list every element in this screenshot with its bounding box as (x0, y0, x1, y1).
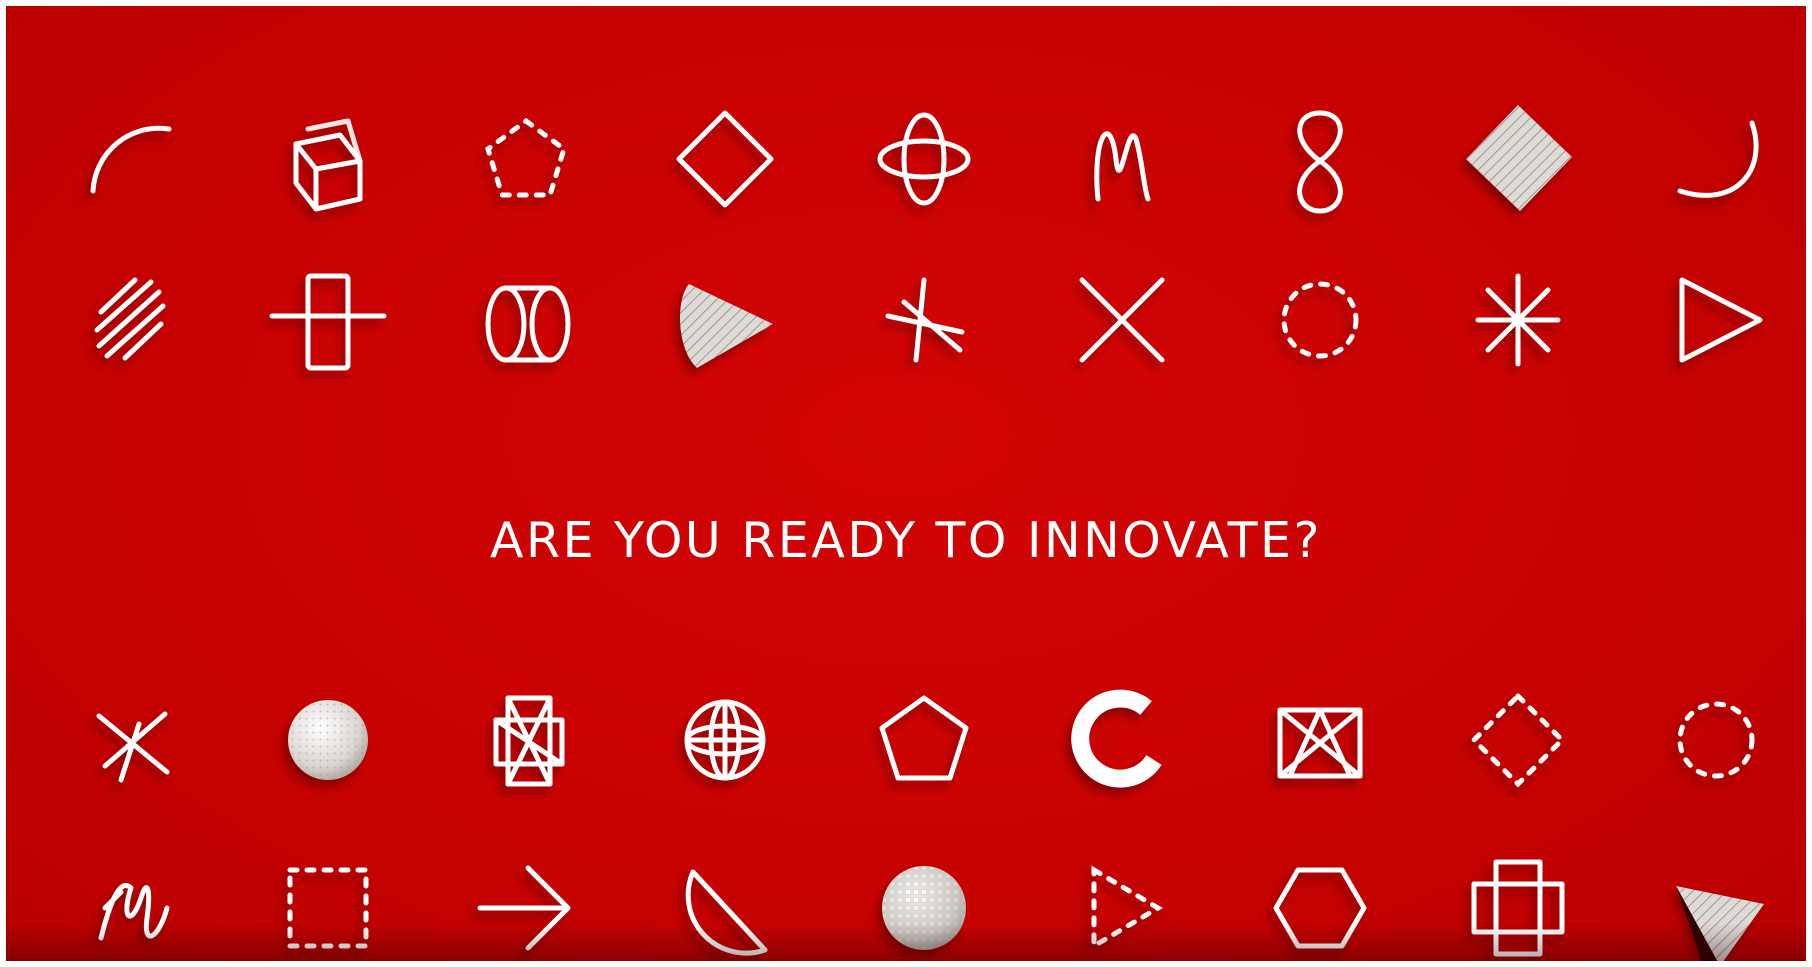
dashed-play-icon (1062, 848, 1182, 961)
sphere-pattern-icon (864, 848, 984, 961)
pyramid-icon (1656, 848, 1776, 961)
crossed-box-icon (1260, 680, 1380, 800)
dashed-pentagon-icon (466, 99, 586, 219)
zigzag-icon (71, 848, 191, 961)
dashed-circle-icon (1260, 260, 1380, 380)
cone-icon (665, 260, 785, 380)
letter-m-icon (1062, 99, 1182, 219)
diagonal-stripes-icon (71, 260, 191, 380)
thick-ring-icon (1062, 680, 1182, 800)
dashed-square-icon (268, 848, 388, 961)
asterisk-sketch-icon (864, 260, 984, 380)
x-cross-slash-icon (71, 680, 191, 800)
pentagon-icon (864, 680, 984, 800)
patterned-diamond-icon (1458, 99, 1578, 219)
dashed-ring-icon (1656, 680, 1776, 800)
star-prism-icon (466, 680, 586, 800)
arrow-right-icon (466, 848, 586, 961)
x-cross-icon (1062, 260, 1182, 380)
square-crossbar-icon (268, 260, 388, 380)
orbit-icon (864, 99, 984, 219)
sphere-icon (268, 680, 388, 800)
triangle-play-icon (1656, 260, 1776, 380)
asterisk-icon (1458, 260, 1578, 380)
cube-icon (268, 99, 388, 219)
wire-sphere-icon (665, 680, 785, 800)
double-square-icon (1458, 848, 1578, 961)
stage: ARE YOU READY TO INNOVATE? (6, 6, 1806, 961)
figure-eight-icon (1260, 99, 1380, 219)
hook-arc-icon (1656, 99, 1776, 219)
hexagon-icon (1260, 848, 1380, 961)
half-circle-icon (665, 848, 785, 961)
arc-icon (71, 99, 191, 219)
dashed-diamond-icon (1458, 680, 1578, 800)
headline: ARE YOU READY TO INNOVATE? (490, 512, 1322, 569)
cylinder-icon (466, 260, 586, 380)
diamond-icon (665, 99, 785, 219)
